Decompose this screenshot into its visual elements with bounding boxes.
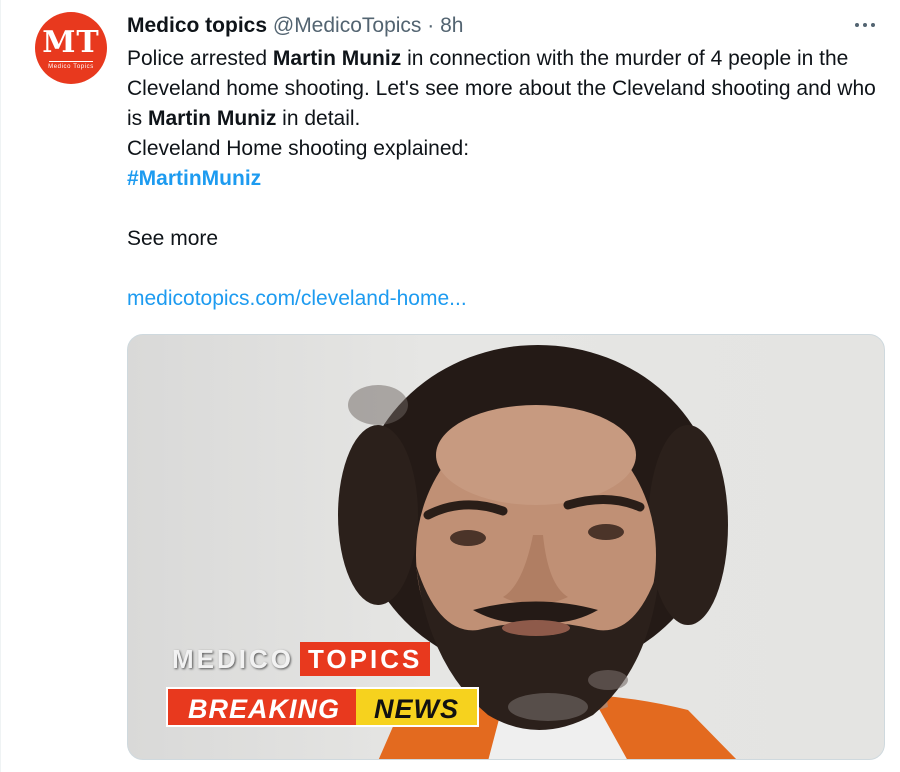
tweet-media-image[interactable]: MEDICO TOPICS BREAKING NEWS	[127, 334, 885, 760]
breaking-label: BREAKING	[166, 687, 357, 727]
brand-word-medico: MEDICO	[172, 643, 294, 674]
more-horizontal-icon-dot	[871, 23, 875, 27]
avatar-subtitle: Medico Topics	[48, 63, 94, 70]
header-separator: ·	[427, 14, 435, 37]
more-horizontal-icon	[855, 23, 859, 27]
brand-word-topics: TOPICS	[300, 642, 431, 676]
tweet-header: Medico topics @MedicoTopics · 8h	[127, 12, 463, 40]
see-more-text: See more	[127, 227, 219, 250]
tweet-card[interactable]: MT Medico Topics Medico topics @MedicoTo…	[0, 0, 900, 772]
hashtag-link[interactable]: #MartinMuniz	[127, 167, 261, 190]
tweet-bold-name: Martin Muniz	[272, 47, 402, 70]
avatar[interactable]: MT Medico Topics	[35, 12, 107, 84]
tweet-text-segment: Police arrested	[127, 47, 273, 70]
tweet-text-segment: in detail.	[276, 107, 361, 130]
tweet-text: Police arrested Martin Muniz in connecti…	[127, 44, 887, 314]
breaking-news-banner: BREAKING NEWS	[166, 687, 480, 727]
author-display-name[interactable]: Medico topics	[127, 14, 267, 37]
article-link[interactable]: medicotopics.com/cleveland-home...	[127, 287, 467, 310]
more-horizontal-icon-dot	[863, 23, 867, 27]
news-label: NEWS	[356, 687, 480, 727]
tweet-line: Cleveland Home shooting explained:	[127, 137, 470, 160]
tweet-paragraph: Police arrested Martin Muniz in connecti…	[127, 44, 887, 134]
more-options-button[interactable]	[848, 10, 882, 40]
tweet-timestamp[interactable]: 8h	[440, 14, 463, 37]
author-handle[interactable]: @MedicoTopics	[273, 14, 422, 37]
avatar-divider	[49, 60, 93, 62]
tweet-bold-name: Martin Muniz	[148, 107, 277, 130]
media-brand-watermark: MEDICO TOPICS	[172, 642, 431, 676]
avatar-initials: MT	[42, 24, 100, 60]
